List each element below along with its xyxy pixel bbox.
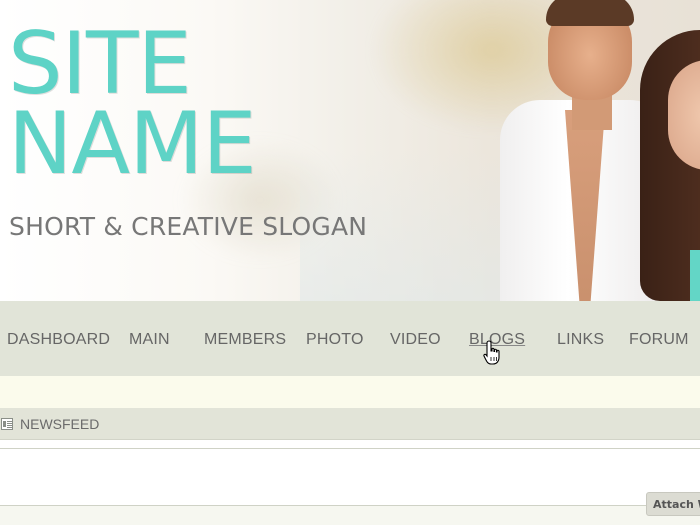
nav-item-video[interactable]: VIDEO [390,331,441,349]
nav-item-dashboard[interactable]: DASHBOARD [7,331,110,349]
divider [0,448,700,449]
man-photo-hair [546,0,634,26]
header-banner: SITE NAME SHORT & CREATIVE SLOGAN [0,0,700,301]
newsfeed-title: NEWSFEED [20,416,100,432]
nav-item-main[interactable]: MAIN [129,331,170,349]
site-name-line1: SITE [8,14,192,114]
newsfeed-icon [1,418,13,430]
site-slogan: SHORT & CREATIVE SLOGAN [9,212,368,241]
woman-photo-top [690,250,700,301]
attach-tab-button[interactable]: Attach W [646,492,700,516]
nav-item-photo[interactable]: PHOTO [306,331,364,349]
site-name-logo[interactable]: SITE NAME [8,14,257,194]
site-name-line2: NAME [8,94,257,194]
main-navigation: DASHBOARD MAIN MEMBERS PHOTO VIDEO BLOGS… [0,301,700,376]
sub-navigation-strip [0,376,700,408]
nav-item-links[interactable]: LINKS [557,331,604,349]
newsfeed-footer [0,506,700,525]
newsfeed-header: NEWSFEED [0,408,700,440]
nav-item-forum[interactable]: FORUM [629,331,689,349]
hand-pointer-icon [483,340,500,365]
nav-item-members[interactable]: MEMBERS [204,331,286,349]
